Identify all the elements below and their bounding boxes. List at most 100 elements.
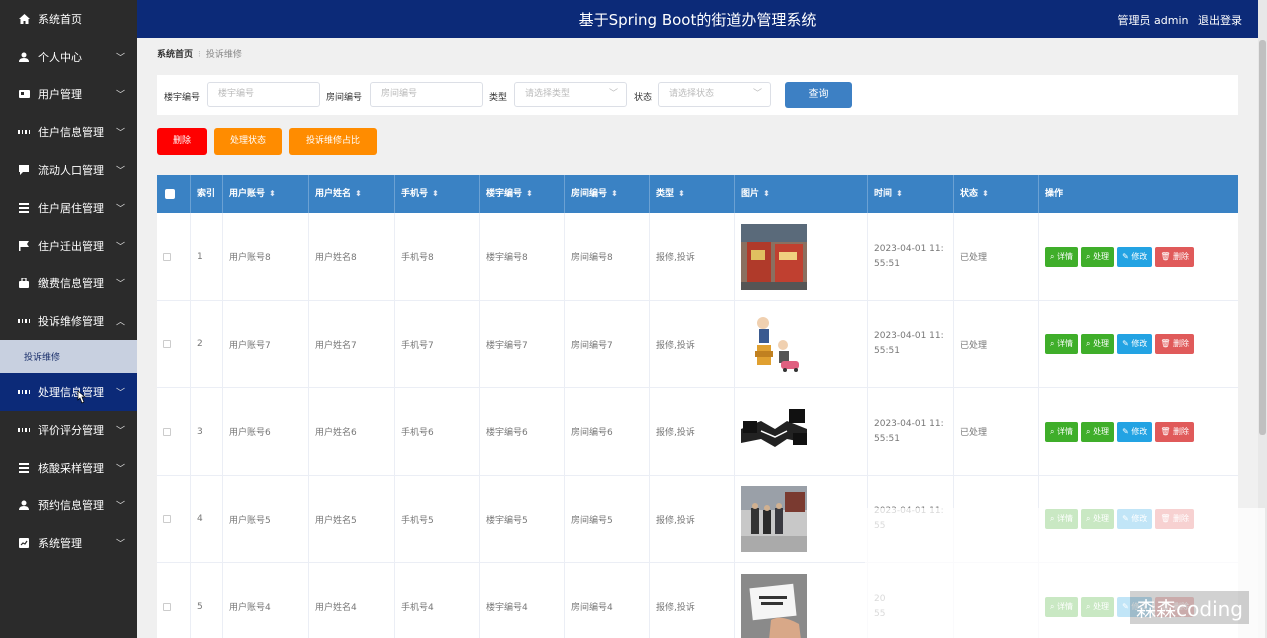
col-image[interactable]: 图片 ⬍ bbox=[735, 175, 868, 213]
sidebar-item-rating[interactable]: 评价评分管理 ﹀ bbox=[0, 411, 137, 449]
col-account[interactable]: 用户账号 ⬍ bbox=[223, 175, 309, 213]
breadcrumb-current: 投诉维修 bbox=[205, 50, 242, 60]
delete-button[interactable]: 删除 bbox=[157, 128, 207, 155]
cell-room: 房间编号6 bbox=[565, 388, 650, 476]
scrollbar-thumb[interactable] bbox=[1259, 40, 1266, 435]
sidebar-subitem-complaint[interactable]: 投诉维修 bbox=[0, 340, 137, 374]
sidebar-item-floating-population[interactable]: 流动人口管理 ﹀ bbox=[0, 151, 137, 189]
cell-image[interactable] bbox=[735, 213, 868, 301]
chevron-up-icon: ︿ bbox=[115, 317, 125, 328]
row-checkbox[interactable] bbox=[157, 475, 191, 563]
bag-icon bbox=[18, 277, 30, 289]
complaint-ratio-button[interactable]: 投诉维修占比 bbox=[289, 128, 377, 155]
app-title: 基于Spring Boot的街道办管理系统 bbox=[578, 11, 817, 29]
table-row[interactable]: 1 用户账号8 用户姓名8 手机号8 楼宇编号8 房间编号8 报修,投诉 202… bbox=[157, 213, 1238, 301]
sidebar-item-personal[interactable]: 个人中心 ﹀ bbox=[0, 38, 137, 76]
col-label: 图片 bbox=[741, 189, 760, 199]
select-all-checkbox[interactable] bbox=[157, 175, 191, 213]
chevron-down-icon: ﹀ bbox=[752, 89, 762, 99]
building-input[interactable]: 楼宇编号 bbox=[207, 82, 320, 107]
row-checkbox[interactable] bbox=[157, 563, 191, 638]
sidebar-item-users[interactable]: 用户管理 ﹀ bbox=[0, 76, 137, 114]
row-delete-button[interactable]: 🗑 删除 bbox=[1155, 334, 1195, 355]
col-time[interactable]: 时间 ⬍ bbox=[868, 175, 954, 213]
top-header: 基于Spring Boot的街道办管理系统 管理员 admin 退出登录 bbox=[137, 0, 1258, 38]
handle-button[interactable]: ⌕ 处理 bbox=[1081, 334, 1115, 355]
handle-label: 处理 bbox=[1093, 251, 1110, 261]
handle-button[interactable]: ⌕ 处理 bbox=[1081, 421, 1115, 442]
edit-button[interactable]: ✎ 修改 bbox=[1117, 246, 1153, 267]
room-input[interactable]: 房间编号 bbox=[370, 82, 483, 107]
chat-icon bbox=[18, 164, 30, 176]
building-placeholder: 楼宇编号 bbox=[218, 89, 255, 99]
sidebar-item-label: 住户迁出管理 bbox=[38, 239, 104, 253]
sidebar-item-home[interactable]: 系统首页 bbox=[0, 0, 137, 38]
logout-link[interactable]: 退出登录 bbox=[1198, 14, 1242, 27]
query-button[interactable]: 查询 bbox=[785, 82, 852, 108]
detail-button[interactable]: ⌕ 详情 bbox=[1045, 246, 1079, 267]
type-select[interactable]: 请选择类型 ﹀ bbox=[514, 82, 627, 107]
cell-type: 报修,投诉 bbox=[650, 213, 735, 301]
table-header: 索引 用户账号 ⬍ 用户姓名 ⬍ 手机号 ⬍ 楼宇编号 ⬍ 房间编号 ⬍ 类型 ⬍ 图片 ⬍ … bbox=[157, 175, 1238, 213]
breadcrumb-home[interactable]: 系统首页 bbox=[157, 50, 193, 60]
room-label: 房间编号 bbox=[326, 93, 363, 103]
col-type[interactable]: 类型 ⬍ bbox=[650, 175, 735, 213]
table-row[interactable]: 2 用户账号7 用户姓名7 手机号7 楼宇编号7 房间编号7 报修,投诉 202… bbox=[157, 300, 1238, 388]
cell-image[interactable] bbox=[735, 388, 868, 476]
col-building[interactable]: 楼宇编号 ⬍ bbox=[480, 175, 565, 213]
col-phone[interactable]: 手机号 ⬍ bbox=[395, 175, 480, 213]
time-date: 2023-04-01 11: bbox=[874, 331, 944, 342]
handshake-thumbnail[interactable] bbox=[741, 398, 807, 465]
handle-button[interactable]: ⌕ 处理 bbox=[1081, 246, 1115, 267]
room-placeholder: 房间编号 bbox=[381, 89, 418, 99]
status-select[interactable]: 请选择状态 ﹀ bbox=[658, 82, 771, 107]
sidebar-item-residence[interactable]: 住户居住管理 ﹀ bbox=[0, 189, 137, 227]
sidebar-item-appointment[interactable]: 预约信息管理 ﹀ bbox=[0, 487, 137, 525]
sidebar: 系统首页 个人中心 ﹀ 用户管理 ﹀ 住户信息管理 ﹀ 流动人口管理 ﹀ 住户居… bbox=[0, 0, 137, 638]
shop-photo-thumbnail[interactable] bbox=[741, 223, 807, 290]
row-delete-button[interactable]: 🗑 删除 bbox=[1155, 246, 1195, 267]
col-label: 楼宇编号 bbox=[486, 189, 523, 199]
list-icon bbox=[18, 202, 30, 214]
col-room[interactable]: 房间编号 ⬍ bbox=[565, 175, 650, 213]
sidebar-item-sampling[interactable]: 核酸采样管理 ﹀ bbox=[0, 449, 137, 487]
row-checkbox[interactable] bbox=[157, 388, 191, 476]
handle-label: 处理 bbox=[1093, 426, 1110, 436]
sidebar-item-complaint[interactable]: 投诉维修管理 ︿ bbox=[0, 302, 137, 340]
cell-image[interactable] bbox=[735, 563, 868, 638]
cell-image[interactable] bbox=[735, 300, 868, 388]
chevron-down-icon: ﹀ bbox=[115, 464, 125, 475]
cell-index: 2 bbox=[191, 300, 223, 388]
cell-index: 5 bbox=[191, 563, 223, 638]
sidebar-item-system[interactable]: 系统管理 ﹀ bbox=[0, 524, 137, 562]
col-label: 用户姓名 bbox=[315, 189, 352, 199]
cartoon-thumbnail[interactable] bbox=[741, 311, 807, 378]
edit-button[interactable]: ✎ 修改 bbox=[1117, 421, 1153, 442]
sidebar-item-move-out[interactable]: 住户迁出管理 ﹀ bbox=[0, 227, 137, 265]
cell-image[interactable] bbox=[735, 475, 868, 563]
row-checkbox[interactable] bbox=[157, 300, 191, 388]
detail-button[interactable]: ⌕ 详情 bbox=[1045, 334, 1079, 355]
row-delete-button[interactable]: 🗑 删除 bbox=[1155, 421, 1195, 442]
col-status[interactable]: 状态 ⬍ bbox=[954, 175, 1039, 213]
sidebar-item-label: 系统首页 bbox=[38, 12, 82, 26]
table-row[interactable]: 3 用户账号6 用户姓名6 手机号6 楼宇编号6 房间编号6 报修,投诉 202… bbox=[157, 388, 1238, 476]
sort-icon: ⬍ bbox=[678, 189, 685, 198]
col-name[interactable]: 用户姓名 ⬍ bbox=[309, 175, 395, 213]
card-photo-thumbnail[interactable] bbox=[741, 573, 807, 638]
search-panel: 楼宇编号 楼宇编号 房间编号 房间编号 类型 请选择类型 ﹀ 状态 请选择状态 ﹀ … bbox=[157, 75, 1238, 115]
edit-button[interactable]: ✎ 修改 bbox=[1117, 334, 1153, 355]
edit-label: 修改 bbox=[1131, 339, 1148, 349]
process-status-button[interactable]: 处理状态 bbox=[214, 128, 282, 155]
detail-button[interactable]: ⌕ 详情 bbox=[1045, 421, 1079, 442]
cell-actions: ⌕ 详情 ⌕ 处理 ✎ 修改 🗑 删除 bbox=[1039, 388, 1238, 476]
row-checkbox[interactable] bbox=[157, 213, 191, 301]
status-label: 状态 bbox=[634, 93, 653, 103]
sidebar-item-resident-info[interactable]: 住户信息管理 ﹀ bbox=[0, 113, 137, 151]
sidebar-item-processing[interactable]: 处理信息管理 ﹀ bbox=[0, 373, 137, 411]
sidebar-item-payment[interactable]: 缴费信息管理 ﹀ bbox=[0, 265, 137, 303]
chevron-down-icon: ﹀ bbox=[115, 388, 125, 399]
watermark: 森森coding bbox=[1130, 591, 1249, 624]
street-photo-thumbnail[interactable] bbox=[741, 486, 807, 553]
chevron-down-icon: ﹀ bbox=[115, 166, 125, 177]
